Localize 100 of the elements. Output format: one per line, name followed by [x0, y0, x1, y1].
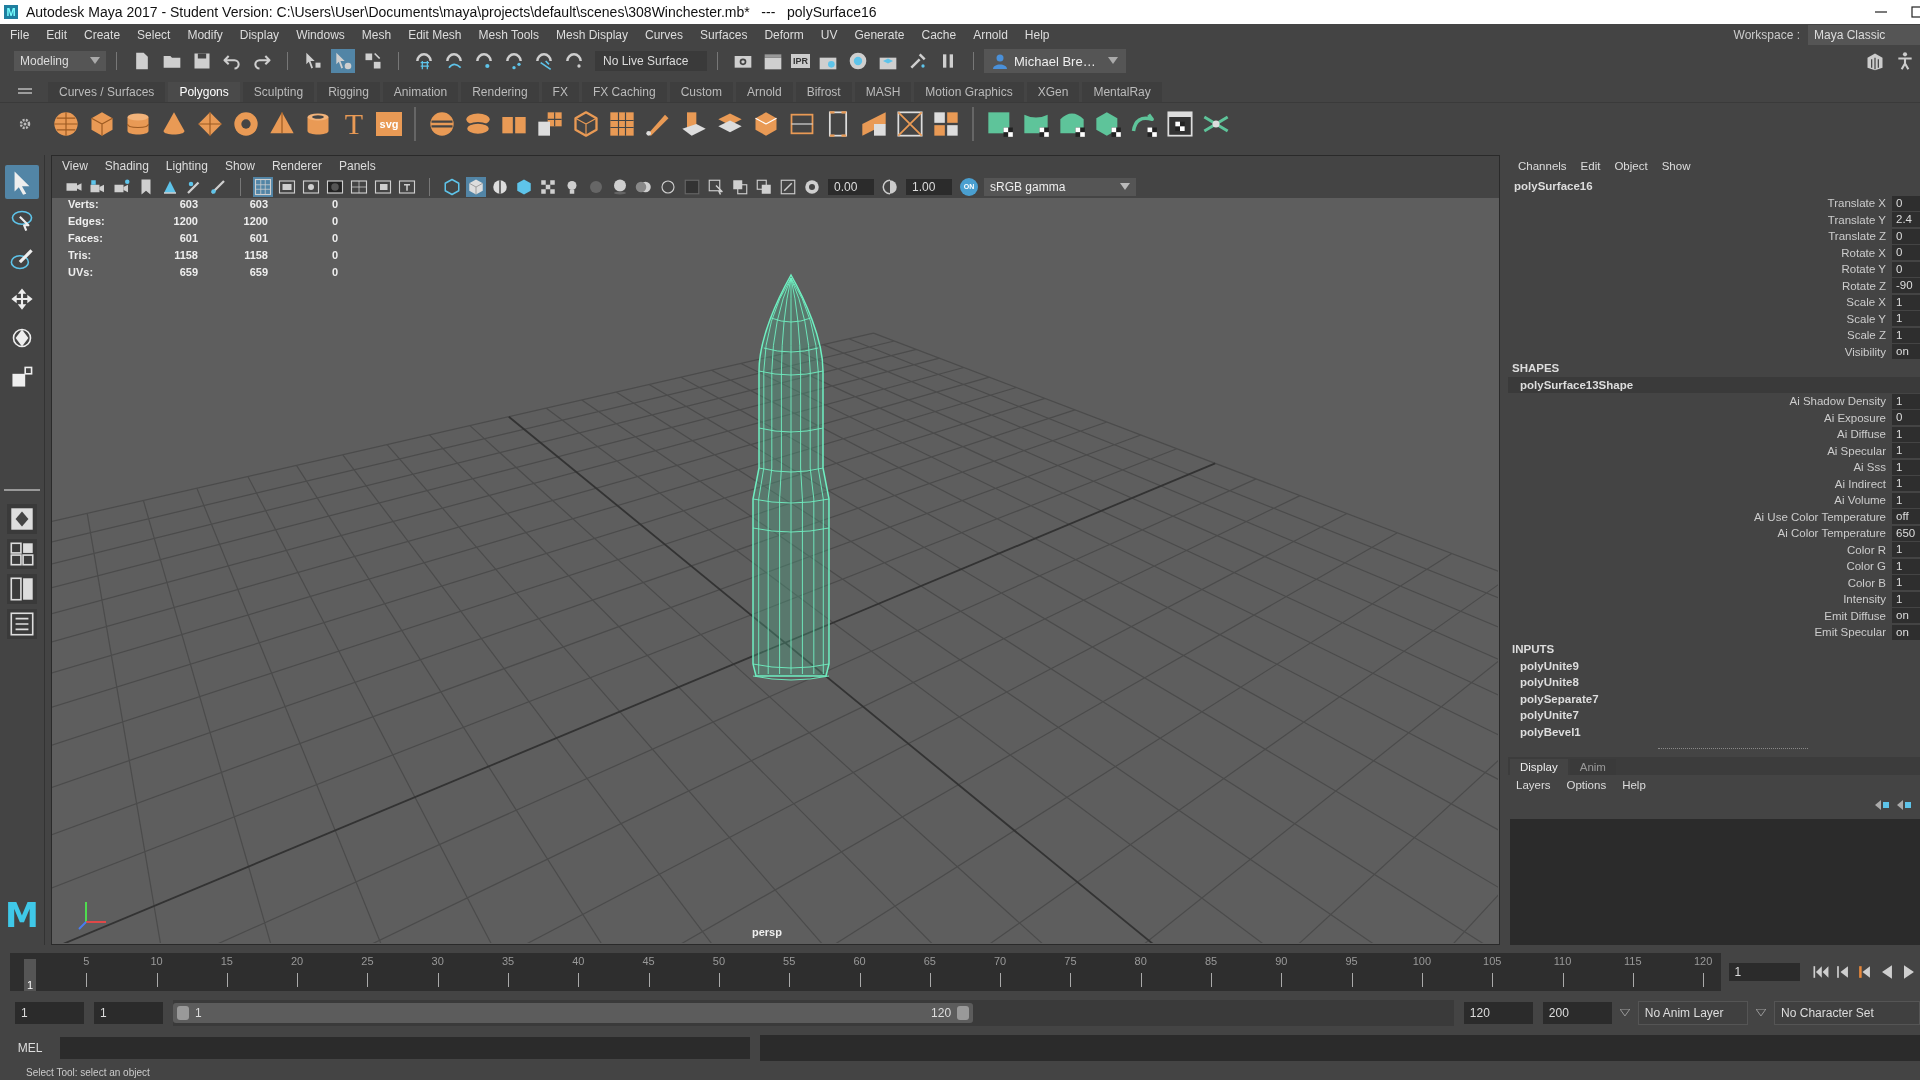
channel-name[interactable]: Translate Z: [1828, 230, 1886, 243]
outliner-layout-icon[interactable]: [7, 609, 37, 639]
shelf-tab[interactable]: FX: [541, 82, 579, 102]
time-slider[interactable]: 1 5 10 15 20 25 30 35 40 45 50 55 60 65 70 75 80 85 90 95 100 105 110 115 120: [10, 953, 1721, 991]
tile-icon[interactable]: [932, 110, 960, 138]
shelf-menu-icon[interactable]: [18, 86, 32, 96]
channel-value[interactable]: 1: [1892, 558, 1920, 574]
channel-box-menu-item[interactable]: Object: [1614, 160, 1648, 172]
diamond-icon[interactable]: [196, 110, 224, 138]
menu-item[interactable]: Curves: [645, 28, 684, 42]
grid-icon[interactable]: [536, 110, 564, 138]
gate-mask-icon[interactable]: [325, 177, 345, 197]
channel-name[interactable]: Ai Diffuse: [1837, 428, 1886, 441]
channel-value[interactable]: off: [1892, 509, 1920, 525]
menu-item[interactable]: Windows: [296, 28, 345, 42]
channel-value[interactable]: on: [1892, 624, 1920, 640]
shelf-tab[interactable]: Rendering: [461, 82, 539, 102]
dropdown-arrow-icon[interactable]: [1756, 1009, 1767, 1017]
select-object-icon[interactable]: [331, 49, 355, 73]
menu-item[interactable]: Modify: [187, 28, 223, 42]
shelf-tab[interactable]: Bifrost: [795, 82, 852, 102]
channel-value[interactable]: 1: [1892, 575, 1920, 591]
xray-icon[interactable]: [730, 177, 750, 197]
panel-menu-item[interactable]: Shading: [104, 159, 149, 173]
layer-menu-item[interactable]: Options: [1566, 779, 1607, 791]
channel-value[interactable]: 2.4: [1892, 212, 1920, 228]
checker-square-icon[interactable]: [986, 110, 1014, 138]
layer-menu-item[interactable]: Help: [1622, 779, 1646, 791]
channel-value[interactable]: -90: [1892, 278, 1920, 294]
channel-value[interactable]: 0: [1892, 410, 1920, 426]
channel-name[interactable]: Color R: [1847, 543, 1886, 556]
channel-value[interactable]: 1: [1892, 426, 1920, 442]
cube-icon[interactable]: [88, 110, 116, 138]
channel-value[interactable]: 1: [1892, 443, 1920, 459]
channel-name[interactable]: Color B: [1847, 576, 1886, 589]
channel-name[interactable]: Scale Y: [1846, 312, 1886, 325]
safe-action-icon[interactable]: [373, 177, 393, 197]
menu-item[interactable]: Mesh Display: [556, 28, 629, 42]
wireframe-shaded-icon[interactable]: [490, 177, 510, 197]
wire-cube-icon[interactable]: [572, 110, 600, 138]
settings-icon[interactable]: [18, 117, 32, 131]
anim-layer-dropdown[interactable]: No Anim Layer: [1637, 1001, 1749, 1025]
field-chart-icon[interactable]: [349, 177, 369, 197]
menu-set-dropdown[interactable]: Modeling: [14, 51, 106, 71]
character-set-dropdown[interactable]: No Character Set: [1774, 1001, 1920, 1025]
channel-name[interactable]: Emit Specular: [1814, 626, 1886, 639]
input-node[interactable]: polyUnite7: [1508, 707, 1920, 724]
panel-menu-item[interactable]: Panels: [338, 159, 376, 173]
menu-item[interactable]: Generate: [854, 28, 905, 42]
live-surface-field[interactable]: No Live Surface: [595, 51, 707, 71]
menu-item[interactable]: UV: [820, 28, 838, 42]
current-frame-marker[interactable]: 1: [24, 959, 36, 991]
input-node[interactable]: polyUnite8: [1508, 674, 1920, 691]
channel-value[interactable]: on: [1892, 344, 1920, 360]
menu-item[interactable]: File: [10, 28, 30, 42]
film-gate-icon[interactable]: [277, 177, 297, 197]
channel-name[interactable]: Ai Color Temperature: [1777, 527, 1886, 540]
exposure-icon[interactable]: [802, 177, 822, 197]
command-input-field[interactable]: [60, 1037, 750, 1059]
shelf-tab[interactable]: Animation: [382, 82, 459, 102]
input-node[interactable]: polySeparate7: [1508, 690, 1920, 707]
menu-item[interactable]: Edit: [46, 28, 68, 42]
box-frame-icon[interactable]: [896, 110, 924, 138]
four-pane-icon[interactable]: [7, 539, 37, 569]
channel-name[interactable]: Color G: [1846, 560, 1886, 573]
channel-name[interactable]: Ai Volume: [1834, 494, 1886, 507]
checker-icon[interactable]: [538, 177, 558, 197]
xray-joints-icon[interactable]: [754, 177, 774, 197]
channel-name[interactable]: Emit Diffuse: [1824, 609, 1886, 622]
range-start-handle[interactable]: [177, 1006, 190, 1020]
safe-title-icon[interactable]: [397, 177, 417, 197]
channel-box-menu-item[interactable]: Show: [1661, 160, 1691, 172]
extrude-icon[interactable]: [680, 110, 708, 138]
channel-value[interactable]: 1: [1892, 476, 1920, 492]
viewport-canvas[interactable]: Verts: 603 603 0 Edges: 1200 1200 0 Faces: 601 601 0 Tris: 1158 1158 0 UVs: 659 659 0 persp: [52, 198, 1499, 944]
channel-value[interactable]: 0: [1892, 195, 1920, 211]
gamma-field[interactable]: 1.00: [906, 179, 952, 195]
menu-item[interactable]: Select: [137, 28, 171, 42]
resolution-gate-icon[interactable]: [301, 177, 321, 197]
move-layer-up-icon[interactable]: [1874, 799, 1890, 811]
channel-name[interactable]: Rotate Y: [1841, 263, 1886, 276]
channel-value[interactable]: 0: [1892, 261, 1920, 277]
input-node[interactable]: polyUnite9: [1508, 657, 1920, 674]
range-end-handle[interactable]: [957, 1006, 970, 1020]
two-pane-icon[interactable]: [7, 574, 37, 604]
grid-icon[interactable]: [608, 110, 636, 138]
channel-name[interactable]: Ai Use Color Temperature: [1753, 510, 1886, 523]
cube-icon[interactable]: [752, 110, 780, 138]
exposure-field[interactable]: 0.00: [828, 179, 874, 195]
input-node[interactable]: polyBevel1: [1508, 723, 1920, 740]
channel-value[interactable]: on: [1892, 608, 1920, 624]
shelf-tab[interactable]: Custom: [669, 82, 733, 102]
ring-icon[interactable]: [232, 110, 260, 138]
command-language-toggle[interactable]: MEL: [10, 1041, 50, 1055]
panel-menu-item[interactable]: Renderer: [271, 159, 322, 173]
layer-editor-tab[interactable]: Display: [1510, 759, 1568, 775]
channel-value[interactable]: 0: [1892, 228, 1920, 244]
menu-item[interactable]: Deform: [764, 28, 804, 42]
channel-value[interactable]: 1: [1892, 459, 1920, 475]
menu-item[interactable]: Help: [1024, 28, 1050, 42]
